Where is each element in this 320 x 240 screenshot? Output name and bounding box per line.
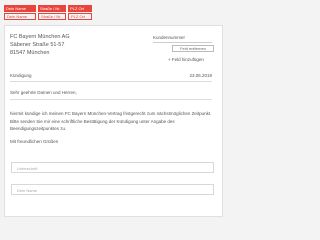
tag-name[interactable]: Dein Name — [4, 5, 36, 12]
tag-name-outline[interactable]: Dein Name — [4, 13, 36, 20]
divider — [10, 81, 212, 82]
address-line-2: Säbener Straße 51-57 — [10, 42, 65, 48]
kundennummer-input[interactable] — [153, 42, 212, 43]
closing[interactable]: Mit freundlichen Grüßen — [10, 139, 58, 144]
sender-tags: Dein Name Straße / Nr. PLZ Ort Dein Name… — [4, 5, 92, 21]
tag-street-outline[interactable]: Straße / Nr. — [38, 13, 66, 20]
subject-row: Kündigung 23.05.2019 — [10, 73, 212, 78]
tag-city-outline[interactable]: PLZ Ort — [68, 13, 92, 20]
kundennummer-label: Kundennummer — [153, 35, 186, 40]
sender-tags-row-filled: Dein Name Straße / Nr. PLZ Ort — [4, 5, 92, 12]
remove-field-button[interactable]: Feld entfernen — [172, 45, 214, 52]
letter-date[interactable]: 23.05.2019 — [189, 73, 212, 78]
name-input[interactable]: Dein Name — [11, 184, 214, 195]
address-line-3: 81547 München — [10, 50, 50, 56]
sender-tags-row-outline: Dein Name Straße / Nr. PLZ Ort — [4, 13, 92, 20]
letter-paper: FC Bayern München AG Säbener Straße 51-5… — [4, 25, 223, 217]
add-field-link[interactable]: + Feld hinzufügen — [168, 57, 204, 62]
salutation[interactable]: Sehr geehrte Damen und Herren, — [10, 90, 77, 95]
divider — [10, 99, 212, 100]
tag-street[interactable]: Straße / Nr. — [38, 5, 66, 12]
address-line-1: FC Bayern München AG — [10, 34, 70, 40]
subject-label: Kündigung — [10, 73, 32, 78]
tag-city[interactable]: PLZ Ort — [68, 5, 92, 12]
signature-input[interactable]: Unterschrift — [11, 162, 214, 173]
letter-body[interactable]: hiermit kündige ich meinen FC Bayern Mün… — [10, 110, 215, 133]
recipient-address: FC Bayern München AG Säbener Straße 51-5… — [10, 33, 70, 57]
